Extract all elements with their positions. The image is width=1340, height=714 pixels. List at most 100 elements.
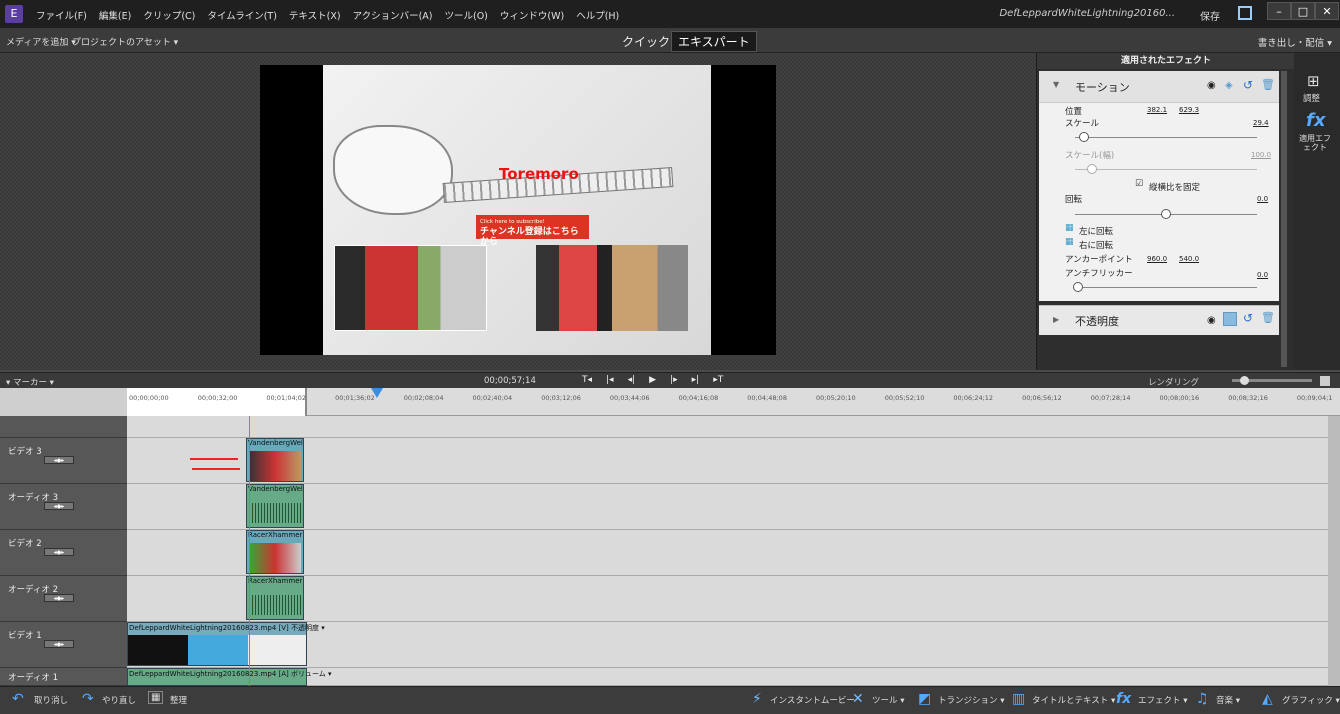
redo-button[interactable]: やり直し [102,694,136,706]
opacity-section[interactable]: ▶ 不透明度 ◉ ↺ 🗑 [1039,305,1279,335]
track-keyframe-controls[interactable]: ◂◆▸ [44,548,74,556]
adjust-tab[interactable]: 調整 [1303,92,1320,104]
track-audio-3[interactable] [127,484,1340,530]
scale-slider-track[interactable] [1075,137,1257,138]
audio-clip[interactable]: DefLeppardWhiteLightning20160823.mp4 [A]… [127,668,332,686]
rotate-right-button[interactable]: 右に回転 [1079,239,1113,251]
step-forward-button[interactable]: |▸ [670,375,678,385]
audio-clip[interactable]: VandenbergWel [246,484,304,528]
transitions-button[interactable]: トランジション ▾ [938,694,1004,706]
marker-menu[interactable]: ▾ マーカー ▾ [6,376,54,388]
track-audio-2[interactable] [127,576,1340,622]
graphics-icon[interactable]: ◭ [1262,691,1273,707]
eye-icon[interactable]: ◉ [1207,80,1216,91]
track-header-video-3[interactable]: ビデオ 3 ◂◆▸ [0,438,127,484]
track-video-2[interactable] [127,530,1340,576]
track-keyframe-controls[interactable]: ◂◆▸ [44,640,74,648]
instant-movie-button[interactable]: インスタントムービー [770,694,855,706]
undo-button[interactable]: 取り消し [34,694,68,706]
play-button[interactable]: ▶ [649,375,656,385]
project-assets-button[interactable]: プロジェクトのアセット ▾ [72,35,178,48]
preview-frame[interactable]: Toremoro Click here to subscribe! チャンネル登… [260,65,776,355]
next-edit-button[interactable]: ▸| [692,375,700,385]
video-clip[interactable]: RacerXhammer [246,530,304,574]
go-to-start-button[interactable]: T◂ [582,375,592,385]
zoom-slider-knob[interactable] [1240,376,1249,385]
tools-button[interactable]: ツール ▾ [872,694,904,706]
scale-value[interactable]: 29.4 [1253,119,1269,127]
vertical-scrollbar[interactable] [1328,416,1340,686]
track-video-3[interactable] [127,438,1340,484]
menu-help[interactable]: ヘルプ(H) [576,8,619,22]
track-header-audio-3[interactable]: オーディオ 3 ◂◆▸ [0,484,127,530]
step-back-button[interactable]: ◂| [628,375,636,385]
anchor-y-value[interactable]: 540.0 [1179,255,1199,263]
reset-icon[interactable]: ↺ [1243,311,1253,325]
redo-icon[interactable]: ↷ [82,691,94,707]
track-keyframe-controls[interactable]: ◂◆▸ [44,594,74,602]
menu-edit[interactable]: 編集(E) [99,8,131,22]
fullscreen-icon[interactable] [1238,6,1252,20]
go-to-end-button[interactable]: ▸T [713,375,723,385]
chevron-down-icon[interactable]: ▼ [1053,80,1059,89]
menu-tools[interactable]: ツール(O) [445,8,488,22]
track-header-video-2[interactable]: ビデオ 2 ◂◆▸ [0,530,127,576]
eye-icon[interactable]: ◉ [1207,315,1216,326]
tools-icon[interactable]: ✕ [852,691,864,707]
chevron-right-icon[interactable]: ▶ [1053,315,1059,324]
menu-text[interactable]: テキスト(X) [289,8,341,22]
track-keyframe-controls[interactable]: ◂◆▸ [44,502,74,510]
rotate-left-button[interactable]: 左に回転 [1079,225,1113,237]
close-button[interactable]: ✕ [1315,2,1339,20]
menu-file[interactable]: ファイル(F) [36,8,87,22]
pip-video-left[interactable] [334,245,487,331]
fx-icon[interactable]: fx [1306,110,1325,131]
track-keyframe-controls[interactable]: ◂◆▸ [44,456,74,464]
save-button[interactable]: 保存 [1200,8,1220,23]
rotation-value[interactable]: 0.0 [1257,195,1268,203]
adjust-icon[interactable]: ⊞ [1307,72,1320,90]
rotation-slider-knob[interactable] [1161,209,1171,219]
antiflicker-value[interactable]: 0.0 [1257,271,1268,279]
maximize-button[interactable]: □ [1291,2,1315,20]
video-clip[interactable]: DefLeppardWhiteLightning20160823.mp4 [V]… [127,622,325,666]
menu-timeline[interactable]: タイムライン(T) [207,8,277,22]
export-button[interactable]: 書き出し・配信 ▾ [1258,35,1332,49]
effects-scrollbar[interactable] [1281,71,1287,367]
rotate-right-icon[interactable]: ▦ [1065,237,1074,247]
mode-expert-tab[interactable]: エキスパート [671,31,757,52]
keyframe-icon[interactable]: ◈ [1225,80,1233,91]
music-icon[interactable]: ♫ [1196,691,1209,707]
titles-button[interactable]: タイトルとテキスト ▾ [1032,694,1115,706]
transitions-icon[interactable]: ◩ [918,691,931,707]
track-header-audio-2[interactable]: オーディオ 2 ◂◆▸ [0,576,127,622]
menu-actionbar[interactable]: アクションバー(A) [353,8,433,22]
effects-button[interactable]: エフェクト ▾ [1138,694,1187,706]
render-button[interactable]: レンダリング [1148,376,1199,388]
music-button[interactable]: 音楽 ▾ [1216,694,1240,706]
track-header-audio-1[interactable]: オーディオ 1 [0,668,127,686]
instant-movie-icon[interactable]: ⚡ [752,691,762,707]
fx-icon[interactable]: fx [1116,691,1131,707]
menu-window[interactable]: ウィンドウ(W) [500,8,564,22]
mode-quick-tab[interactable]: クイック [622,33,670,50]
minimize-button[interactable]: – [1267,2,1291,20]
reset-icon[interactable]: ↺ [1243,78,1253,92]
trash-icon[interactable]: 🗑 [1261,78,1275,91]
organize-button[interactable]: 整理 [170,694,187,706]
fit-timeline-icon[interactable] [1320,376,1330,386]
rotate-left-icon[interactable]: ▦ [1065,223,1074,233]
organize-icon[interactable]: ▦ [148,691,164,704]
work-area-bar[interactable] [127,388,307,416]
add-media-button[interactable]: メディアを追加 ▾ [6,35,76,48]
trash-icon[interactable]: 🗑 [1261,311,1275,324]
checkbox-checked-icon[interactable]: ☑ [1135,179,1143,189]
time-ruler[interactable]: 00;00;00;00 00;00;32;00 00;01;04;02 00;01;3… [127,388,1340,416]
titles-icon[interactable]: ▥ [1012,691,1025,707]
menu-clip[interactable]: クリップ(C) [143,8,195,22]
position-y-value[interactable]: 629.3 [1179,106,1199,114]
graphics-button[interactable]: グラフィック ▾ [1282,694,1340,706]
prev-edit-button[interactable]: |◂ [606,375,614,385]
motion-header[interactable]: ▼ モーション ◉ ◈ ↺ 🗑 [1039,71,1279,103]
position-x-value[interactable]: 382.1 [1147,106,1167,114]
